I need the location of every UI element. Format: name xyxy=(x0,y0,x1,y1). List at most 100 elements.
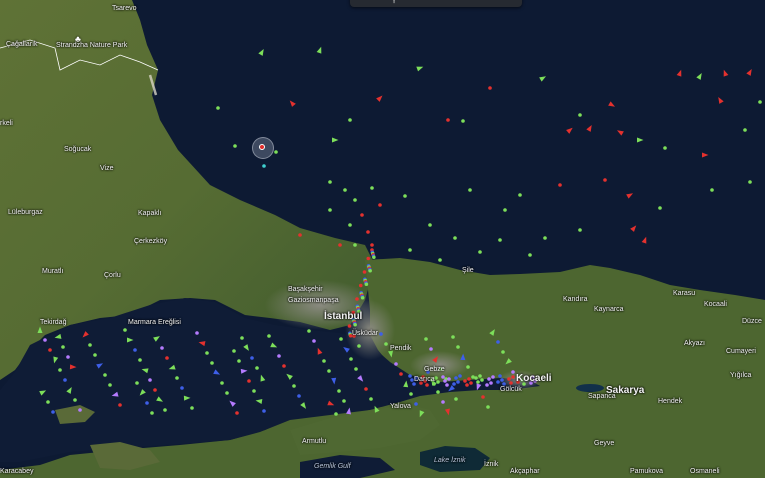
vessel-marker[interactable] xyxy=(456,345,460,349)
vessel-marker[interactable] xyxy=(417,410,425,418)
vessel-marker[interactable] xyxy=(39,388,47,396)
vessel-marker[interactable] xyxy=(78,408,82,412)
vessel-marker[interactable] xyxy=(467,377,471,381)
vessel-marker[interactable] xyxy=(509,381,513,385)
vessel-marker[interactable] xyxy=(103,373,107,377)
vessel-marker[interactable] xyxy=(372,255,376,260)
vessel-marker[interactable] xyxy=(51,410,55,414)
vessel-marker[interactable] xyxy=(348,118,352,122)
vessel-marker[interactable] xyxy=(528,253,532,257)
vessel-marker[interactable] xyxy=(486,405,490,409)
vessel-marker[interactable] xyxy=(297,394,301,398)
vessel-marker[interactable] xyxy=(474,376,478,380)
vessel-marker[interactable] xyxy=(452,382,456,386)
vessel-marker[interactable] xyxy=(637,137,644,143)
vessel-marker[interactable] xyxy=(364,282,369,287)
vessel-marker[interactable] xyxy=(338,243,342,247)
vessel-marker[interactable] xyxy=(61,345,65,349)
vessel-marker[interactable] xyxy=(133,348,137,352)
vessel-marker[interactable] xyxy=(436,380,440,384)
vessel-marker[interactable] xyxy=(247,379,251,383)
vessel-marker[interactable] xyxy=(539,74,547,82)
vessel-marker[interactable] xyxy=(436,390,440,394)
vessel-marker[interactable] xyxy=(487,377,491,381)
vessel-marker[interactable] xyxy=(476,380,480,384)
vessel-marker[interactable] xyxy=(454,397,458,401)
vessel-marker[interactable] xyxy=(748,180,752,184)
vessel-marker[interactable] xyxy=(195,331,199,335)
vessel-marker[interactable] xyxy=(641,236,649,244)
vessel-marker[interactable] xyxy=(138,358,142,362)
vessel-marker[interactable] xyxy=(710,188,714,192)
vessel-marker[interactable] xyxy=(232,349,236,353)
vessel-marker[interactable] xyxy=(262,164,266,168)
vessel-marker[interactable] xyxy=(123,328,127,332)
vessel-marker[interactable] xyxy=(461,119,465,123)
vessel-marker[interactable] xyxy=(362,270,367,274)
vessel-marker[interactable] xyxy=(498,238,502,242)
vessel-marker[interactable] xyxy=(312,339,316,343)
vessel-marker[interactable] xyxy=(507,377,511,381)
search-icon[interactable]: ⚲ xyxy=(388,0,400,5)
vessel-marker[interactable] xyxy=(453,236,457,240)
vessel-marker[interactable] xyxy=(285,372,293,380)
vessel-marker[interactable] xyxy=(475,383,482,391)
vessel-marker[interactable] xyxy=(443,379,447,383)
vessel-marker[interactable] xyxy=(252,389,256,393)
vessel-marker[interactable] xyxy=(496,340,500,344)
vessel-marker[interactable] xyxy=(496,380,500,384)
vessel-marker[interactable] xyxy=(501,350,505,354)
vessel-marker[interactable] xyxy=(88,343,92,347)
vessel-marker[interactable] xyxy=(357,375,365,383)
vessel-marker[interactable] xyxy=(488,86,492,90)
vessel-marker[interactable] xyxy=(316,46,324,54)
vessel-marker[interactable] xyxy=(358,283,363,288)
vessel-marker[interactable] xyxy=(135,381,139,385)
vessel-marker[interactable] xyxy=(108,383,112,387)
vessel-marker[interactable] xyxy=(183,395,191,401)
vessel-marker[interactable] xyxy=(346,407,352,415)
vessel-marker[interactable] xyxy=(445,383,449,387)
vessel-marker[interactable] xyxy=(81,331,89,339)
vessel-marker[interactable] xyxy=(466,365,470,369)
vessel-marker[interactable] xyxy=(511,370,515,374)
vessel-marker[interactable] xyxy=(267,334,271,338)
vessel-marker[interactable] xyxy=(355,297,359,301)
vessel-marker[interactable] xyxy=(608,101,616,109)
vessel-marker[interactable] xyxy=(364,387,368,391)
vessel-marker[interactable] xyxy=(58,368,62,372)
vessel-marker[interactable] xyxy=(168,364,176,372)
vessel-marker[interactable] xyxy=(460,353,466,361)
vessel-marker[interactable] xyxy=(378,203,382,207)
vessel-marker[interactable] xyxy=(463,379,467,383)
vessel-marker[interactable] xyxy=(376,94,384,102)
vessel-marker[interactable] xyxy=(37,326,43,334)
vessel-marker[interactable] xyxy=(237,359,241,363)
vessel-marker[interactable] xyxy=(160,346,164,350)
vessel-marker[interactable] xyxy=(93,353,97,357)
vessel-marker[interactable] xyxy=(307,329,311,333)
vessel-marker[interactable] xyxy=(298,233,302,237)
vessel-marker[interactable] xyxy=(403,194,407,198)
search-bar[interactable]: ⚲ xyxy=(350,0,522,7)
vessel-marker[interactable] xyxy=(353,198,357,202)
vessel-marker[interactable] xyxy=(342,399,346,403)
vessel-marker[interactable] xyxy=(384,342,388,346)
vessel-marker[interactable] xyxy=(282,364,286,368)
vessel-marker[interactable] xyxy=(190,406,194,410)
vessel-marker[interactable] xyxy=(478,250,482,254)
vessel-marker[interactable] xyxy=(274,150,278,154)
vessel-marker[interactable] xyxy=(349,357,353,361)
vessel-marker[interactable] xyxy=(46,400,50,404)
vessel-marker[interactable] xyxy=(180,386,184,390)
vessel-marker[interactable] xyxy=(408,248,412,252)
vessel-marker[interactable] xyxy=(489,328,497,336)
vessel-marker[interactable] xyxy=(360,213,364,217)
map-canvas[interactable]: ♣ Tsarevo Çağallarık Strandzha Nature Pa… xyxy=(0,0,765,478)
vessel-marker[interactable] xyxy=(141,367,149,374)
vessel-marker[interactable] xyxy=(216,106,220,110)
vessel-marker[interactable] xyxy=(153,334,161,342)
vessel-marker[interactable] xyxy=(458,374,462,378)
vessel-marker[interactable] xyxy=(368,268,372,273)
vessel-marker[interactable] xyxy=(210,361,214,365)
